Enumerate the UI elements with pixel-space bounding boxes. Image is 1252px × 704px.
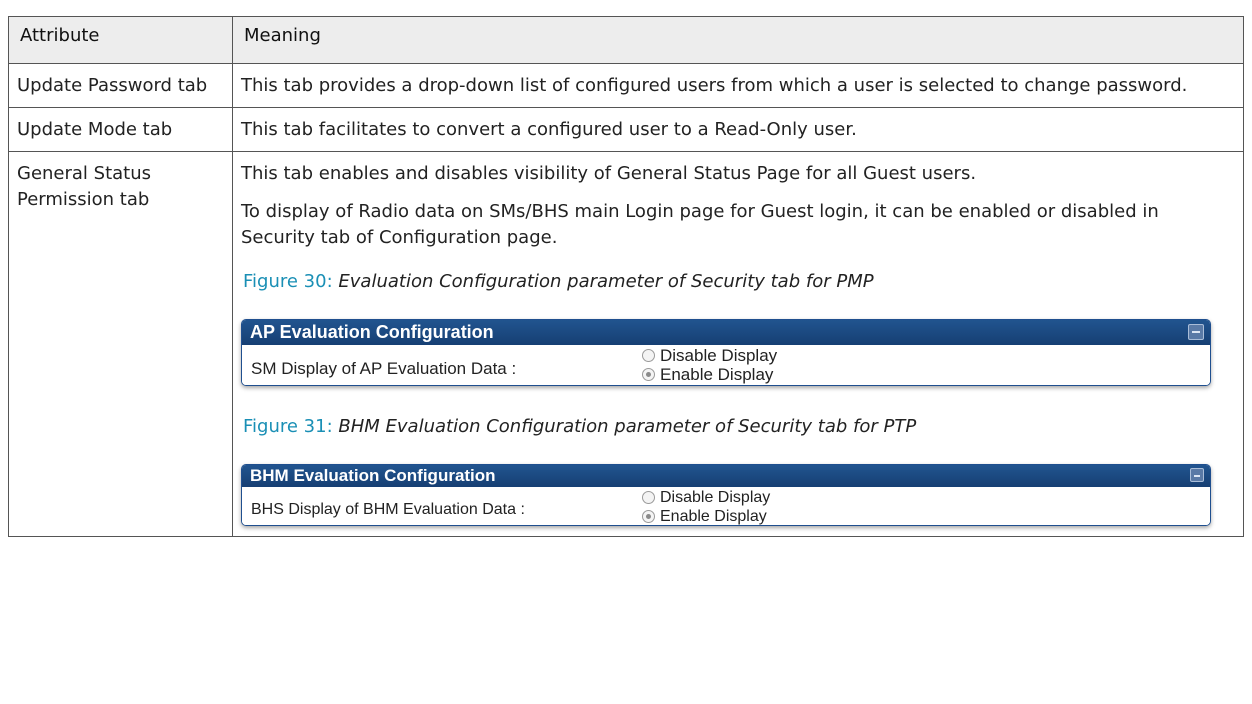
radio-button-selected[interactable] <box>642 368 655 381</box>
figure-caption: Figure 31: BHM Evaluation Configuration … <box>243 414 1235 440</box>
figure-number: Figure 31: <box>243 416 333 437</box>
figure-title: BHM Evaluation Configuration parameter o… <box>338 416 917 437</box>
column-header-meaning: Meaning <box>232 16 1244 64</box>
radio-label: Disable Display <box>660 346 778 365</box>
panel-body: SM Display of AP Evaluation Data : Disab… <box>242 345 1210 385</box>
bhm-evaluation-configuration-panel: BHM Evaluation Configuration BHS Display… <box>241 464 1211 526</box>
enable-display-option[interactable]: Enable Display <box>642 507 770 525</box>
enable-display-option[interactable]: Enable Display <box>642 365 777 384</box>
panel-header: AP Evaluation Configuration <box>242 320 1210 345</box>
ap-evaluation-configuration-panel: AP Evaluation Configuration SM Display o… <box>241 319 1211 386</box>
field-label: SM Display of AP Evaluation Data : <box>251 359 517 378</box>
attribute-cell: General Status Permission tab <box>8 151 233 537</box>
radio-group: Disable Display Enable Display <box>642 346 777 384</box>
disable-display-option[interactable]: Disable Display <box>642 346 777 365</box>
panel-header: BHM Evaluation Configuration <box>242 465 1210 487</box>
radio-label: Enable Display <box>660 365 774 384</box>
collapse-icon[interactable] <box>1190 468 1204 482</box>
meaning-text: This tab facilitates to convert a config… <box>241 119 857 140</box>
radio-label: Disable Display <box>660 489 771 506</box>
table-row: Update Password tab This tab provides a … <box>8 63 1244 108</box>
table-row: General Status Permission tab This tab e… <box>8 151 1244 537</box>
field-label: BHS Display of BHM Evaluation Data : <box>251 501 525 518</box>
attribute-cell: Update Mode tab <box>8 107 233 152</box>
meaning-cell: This tab provides a drop-down list of co… <box>232 63 1244 108</box>
figure-caption: Figure 30: Evaluation Configuration para… <box>243 269 1235 295</box>
meaning-text: To display of Radio data on SMs/BHS main… <box>241 201 1159 248</box>
radio-button[interactable] <box>642 349 655 362</box>
collapse-icon[interactable] <box>1188 324 1204 340</box>
panel-title: AP Evaluation Configuration <box>250 322 494 342</box>
attribute-cell: Update Password tab <box>8 63 233 108</box>
radio-label: Enable Display <box>660 508 767 525</box>
meaning-cell: This tab facilitates to convert a config… <box>232 107 1244 152</box>
disable-display-option[interactable]: Disable Display <box>642 488 770 507</box>
table-row: Update Mode tab This tab facilitates to … <box>8 107 1244 152</box>
meaning-text: This tab provides a drop-down list of co… <box>241 75 1188 96</box>
meaning-text: This tab enables and disables visibility… <box>241 163 977 184</box>
radio-group: Disable Display Enable Display <box>642 488 770 525</box>
meaning-cell: This tab enables and disables visibility… <box>232 151 1244 537</box>
attribute-table: Attribute Meaning Update Password tab Th… <box>8 16 1244 537</box>
column-header-attribute: Attribute <box>8 16 233 64</box>
panel-body: BHS Display of BHM Evaluation Data : Dis… <box>242 487 1210 525</box>
figure-number: Figure 30: <box>243 271 333 292</box>
table-header-row: Attribute Meaning <box>8 16 1244 64</box>
figure-title: Evaluation Configuration parameter of Se… <box>338 271 874 292</box>
radio-button[interactable] <box>642 491 655 504</box>
panel-title: BHM Evaluation Configuration <box>250 466 496 485</box>
radio-button-selected[interactable] <box>642 510 655 523</box>
